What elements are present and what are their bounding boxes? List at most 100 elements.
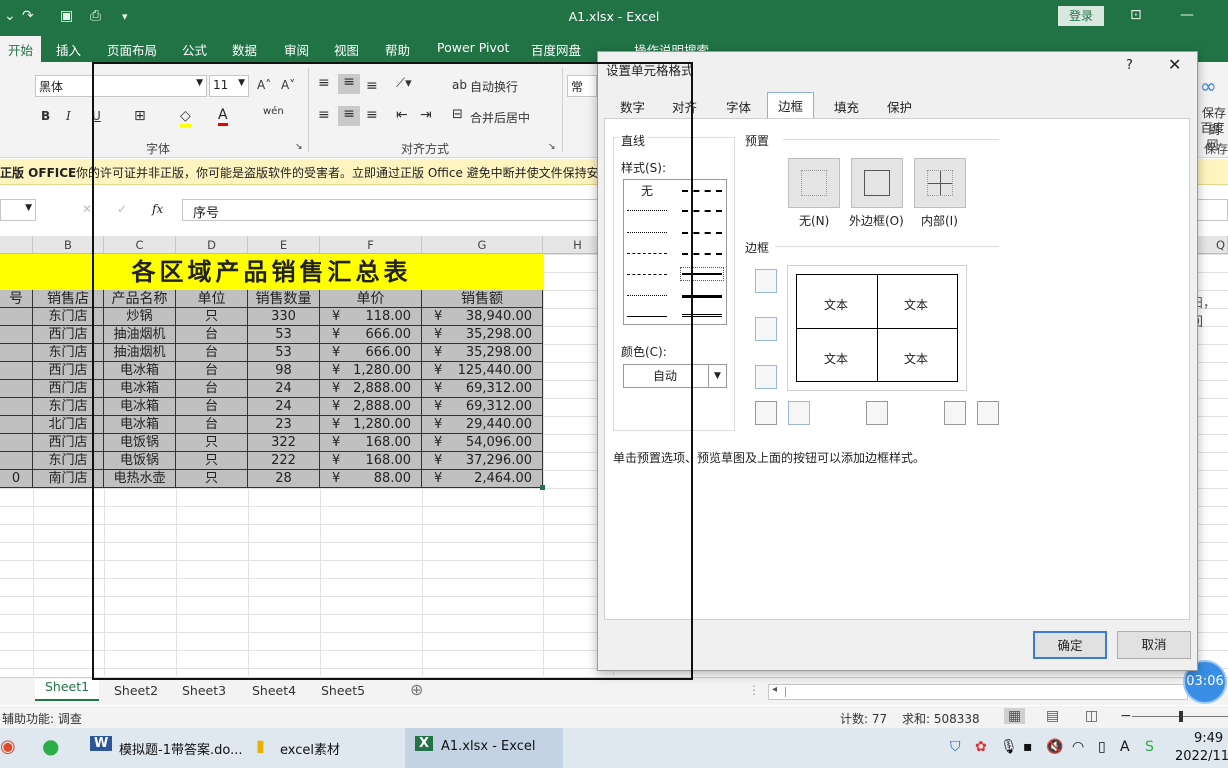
table-cell[interactable] <box>0 308 33 326</box>
table-cell[interactable]: 53 <box>248 326 320 344</box>
zoom-out-icon[interactable]: − <box>1120 708 1132 724</box>
table-cell[interactable]: ¥54,096.00 <box>422 434 543 452</box>
flower-icon[interactable]: ✿ <box>975 739 987 755</box>
page-layout-view-icon[interactable]: ▤ <box>1046 708 1059 724</box>
table-cell[interactable]: ¥1,280.00 <box>320 362 422 380</box>
table-cell[interactable] <box>0 344 33 362</box>
table-cell[interactable]: 只 <box>176 452 248 470</box>
table-cell[interactable]: ¥88.00 <box>320 470 422 488</box>
word-icon[interactable]: W <box>90 736 113 751</box>
table-cell[interactable] <box>0 452 33 470</box>
table-cell[interactable]: ¥38,940.00 <box>422 308 543 326</box>
table-cell[interactable]: 北门店 <box>33 416 104 434</box>
border-right-button[interactable] <box>944 401 966 425</box>
table-cell[interactable]: 东门店 <box>33 344 104 362</box>
font-dialog-launcher-icon[interactable]: ↘ <box>295 142 303 152</box>
ribbon-display-icon[interactable]: ⊡ <box>1130 7 1142 23</box>
line-style-option[interactable] <box>627 253 667 254</box>
align-top-icon[interactable]: ≡ <box>318 75 330 91</box>
bold-button[interactable]: B <box>41 109 50 123</box>
increase-font-icon[interactable]: A˄ <box>257 78 271 92</box>
table-cell[interactable]: 东门店 <box>33 308 104 326</box>
merge-icon[interactable]: ⊟ <box>452 107 463 122</box>
border-middle-horizontal-button[interactable] <box>755 317 777 341</box>
sheet-tab-4[interactable]: Sheet4 <box>252 683 296 698</box>
table-cell[interactable]: ¥37,296.00 <box>422 452 543 470</box>
login-button[interactable]: 登录 <box>1058 6 1104 26</box>
line-style-option[interactable] <box>682 253 722 255</box>
table-cell[interactable]: 电冰箱 <box>104 362 176 380</box>
close-icon[interactable]: ✕ <box>1168 55 1181 74</box>
table-cell[interactable]: 台 <box>176 380 248 398</box>
clock-time[interactable]: 9:49 <box>1194 731 1223 746</box>
table-cell[interactable] <box>0 416 33 434</box>
border-diagonal-down-button[interactable] <box>977 401 999 425</box>
column-header-b[interactable]: B <box>33 236 104 254</box>
battery-icon[interactable]: ▯ <box>1098 739 1106 755</box>
table-cell[interactable]: 台 <box>176 326 248 344</box>
column-header-e[interactable]: E <box>248 236 320 254</box>
table-header-cell[interactable]: 单位 <box>176 290 248 308</box>
help-button[interactable]: ? <box>1126 58 1133 73</box>
table-cell[interactable]: 53 <box>248 344 320 362</box>
taskbar-item-folder[interactable]: excel素材 <box>280 739 340 758</box>
italic-button[interactable]: I <box>66 109 71 123</box>
folder-icon[interactable]: ▮ <box>256 736 265 755</box>
input-method-icon[interactable]: A <box>1120 739 1130 755</box>
table-cell[interactable]: 东门店 <box>33 398 104 416</box>
merge-center-button[interactable]: 合并后居中 <box>470 109 530 126</box>
tab-alignment[interactable]: 对齐 <box>662 94 707 118</box>
sogou-icon[interactable]: S <box>1145 739 1154 755</box>
table-cell[interactable]: 330 <box>248 308 320 326</box>
table-cell[interactable]: 西门店 <box>33 434 104 452</box>
line-style-option[interactable] <box>682 210 722 212</box>
clock-date[interactable]: 2022/11/ <box>1175 749 1228 764</box>
wechat-icon[interactable]: ● <box>42 734 59 758</box>
column-header-f[interactable]: F <box>320 236 422 254</box>
column-header-d[interactable]: D <box>176 236 248 254</box>
column-header-c[interactable]: C <box>104 236 176 254</box>
insert-function-icon[interactable]: fx <box>152 202 163 216</box>
align-right-icon[interactable]: ≡ <box>366 107 378 123</box>
table-cell[interactable] <box>0 380 33 398</box>
table-cell[interactable]: ¥125,440.00 <box>422 362 543 380</box>
tab-formulas[interactable]: 公式 <box>182 40 207 59</box>
table-cell[interactable]: 电饭锅 <box>104 434 176 452</box>
table-cell[interactable]: 只 <box>176 434 248 452</box>
preset-outline-button[interactable] <box>851 158 903 208</box>
zoom-slider-thumb[interactable] <box>1179 711 1183 722</box>
border-preview[interactable]: 文本 文本 文本 文本 <box>787 265 967 391</box>
table-cell[interactable]: ¥666.00 <box>320 326 422 344</box>
table-cell[interactable]: 炒锅 <box>104 308 176 326</box>
tab-home[interactable]: 开始 <box>0 36 42 62</box>
number-format-box[interactable]: 常规 <box>567 75 597 97</box>
column-header-g[interactable]: G <box>422 236 543 254</box>
table-cell[interactable]: ¥666.00 <box>320 344 422 362</box>
table-cell[interactable] <box>0 398 33 416</box>
browser-icon[interactable]: ◉ <box>0 736 16 757</box>
align-dialog-launcher-icon[interactable]: ↘ <box>548 142 556 152</box>
table-cell[interactable]: 322 <box>248 434 320 452</box>
microphone-icon[interactable]: 🎙 <box>1000 739 1018 755</box>
table-cell[interactable]: 电冰箱 <box>104 416 176 434</box>
table-cell[interactable]: ¥29,440.00 <box>422 416 543 434</box>
border-diagonal-up-button[interactable] <box>755 401 777 425</box>
tab-fill[interactable]: 填充 <box>824 94 869 118</box>
border-left-button[interactable] <box>788 401 810 425</box>
border-bottom-button[interactable] <box>755 365 777 389</box>
splitter-icon[interactable]: ⋮ <box>748 683 760 697</box>
table-cell[interactable]: ¥35,298.00 <box>422 326 543 344</box>
line-style-selected[interactable] <box>680 267 724 281</box>
security-icon[interactable]: ⛉ <box>950 739 961 755</box>
accessibility-status[interactable]: 辅助功能: 调查 <box>2 710 82 727</box>
baidu-cloud-icon[interactable]: ∞ <box>1200 74 1217 98</box>
color-select[interactable]: 自动 ▼ <box>623 364 727 388</box>
table-cell[interactable]: ¥35,298.00 <box>422 344 543 362</box>
table-header-cell[interactable]: 销售额 <box>422 290 543 308</box>
normal-view-icon[interactable]: ▦ <box>1004 708 1026 724</box>
tab-font[interactable]: 字体 <box>716 94 761 118</box>
table-cell[interactable]: 0 <box>0 470 33 488</box>
table-cell[interactable]: 电热水壶 <box>104 470 176 488</box>
font-size-box[interactable]: 11 ▼ <box>209 75 249 97</box>
preset-inside-button[interactable] <box>914 158 966 208</box>
